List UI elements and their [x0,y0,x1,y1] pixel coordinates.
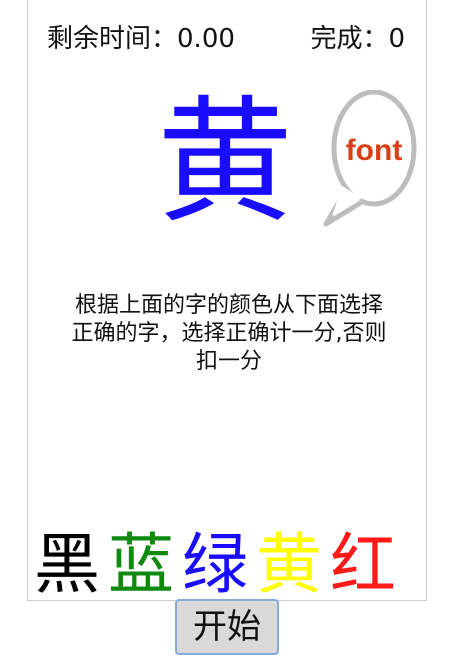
option-char[interactable]: 绿 [178,525,252,605]
bubble-label: font [345,134,403,167]
option-char[interactable]: 黑 [30,525,104,605]
option-char[interactable]: 蓝 [104,525,178,605]
status-bar: 剩余时间：0.00 完成：0 [27,18,427,54]
timer-value: 0.00 [177,24,235,54]
score-label: 完成： [310,24,389,54]
score-value: 0 [388,24,405,54]
score: 完成：0 [310,18,405,55]
option-char[interactable]: 黄 [252,525,326,605]
instructions-text: 根据上面的字的颜色从下面选择正确的字，选择正确计一分,否则扣一分 [71,293,387,374]
target-character: 黄 [157,84,293,242]
timer: 剩余时间：0.00 [47,18,235,55]
option-char[interactable]: 红 [326,525,400,605]
timer-label: 剩余时间： [47,24,178,54]
option-list: 黑 蓝 绿 黄 红 [30,525,400,605]
start-button[interactable]: 开始 [175,599,279,655]
